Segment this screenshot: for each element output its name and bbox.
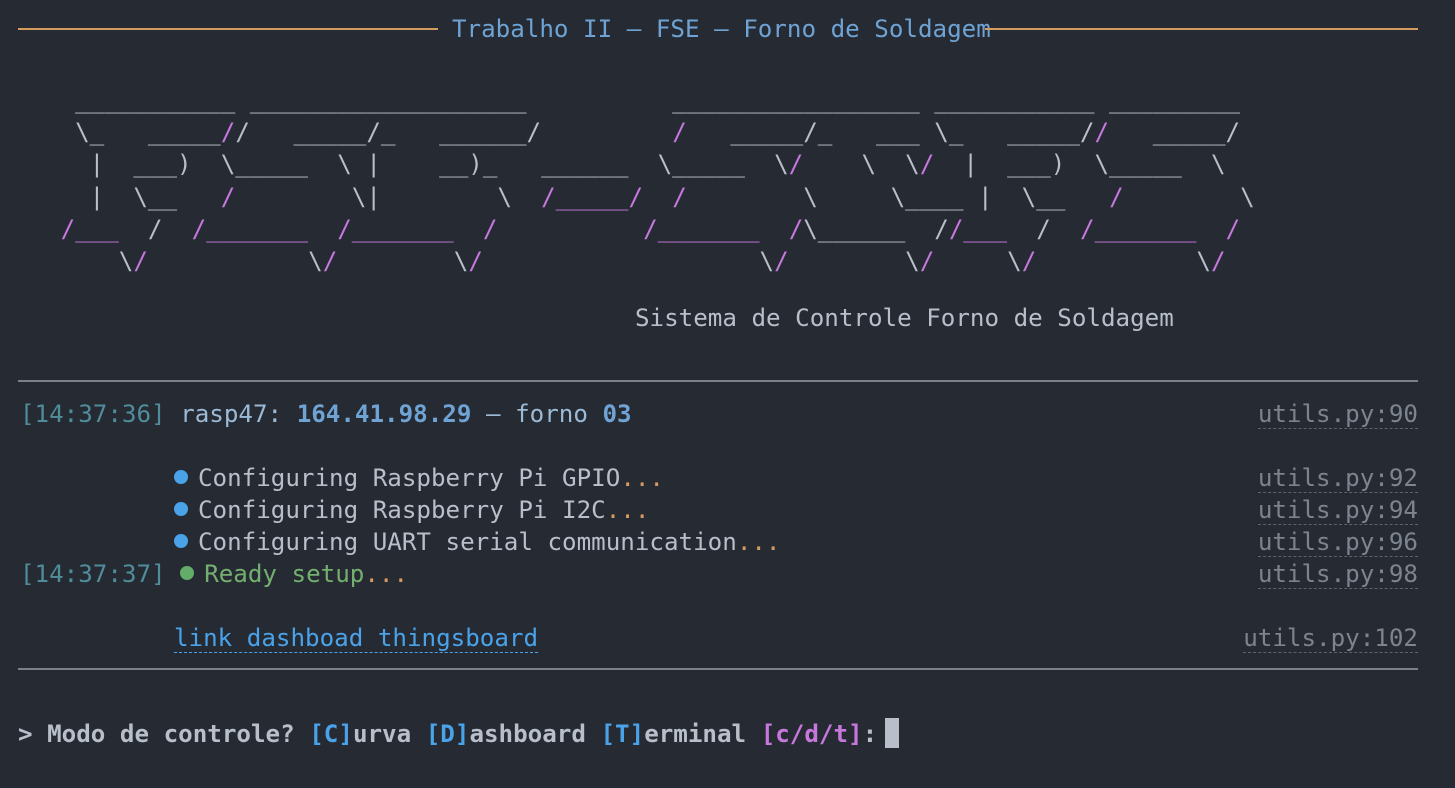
ready-text: Ready setup xyxy=(204,560,365,588)
step-text: Configuring Raspberry Pi I2C xyxy=(198,496,606,524)
prompt-symbol: > xyxy=(18,720,33,748)
banner-subtitle: Sistema de Controle Forno de Soldagem xyxy=(635,304,1174,332)
window-title: Trabalho II – FSE – Forno de Soldagem xyxy=(452,15,991,43)
banner-line-1: ___________ ___________________ ________… xyxy=(46,86,1241,114)
divider-bottom xyxy=(18,668,1418,670)
title-rule-left-line xyxy=(18,28,438,30)
fse-ascii-logo: ___________ ___________________ ________… xyxy=(46,84,1255,277)
log-ready-line: [14:37:37] Ready setup... xyxy=(20,558,408,590)
source-ref-92[interactable]: utils.py:92 xyxy=(1257,464,1418,493)
dashboard-link[interactable]: link dashboad thingsboard xyxy=(174,624,539,653)
option-terminal-rest: erminal xyxy=(644,720,747,748)
separator-dash: – xyxy=(486,400,501,428)
forno-number: 03 xyxy=(602,400,632,428)
step-ellipsis: ... xyxy=(620,464,664,492)
bullet-icon xyxy=(180,566,195,580)
source-ref-96[interactable]: utils.py:96 xyxy=(1257,528,1418,557)
log-connection-line: [14:37:36] rasp47: 164.41.98.29 – forno … xyxy=(20,398,632,430)
title-rule-right-line xyxy=(985,28,1418,30)
step-ellipsis: ... xyxy=(605,496,650,524)
banner-line-4: | \__ / \| \ /_____/ / \ \____ | \__ / \ xyxy=(46,182,1255,211)
option-curva-key: [C] xyxy=(309,720,353,748)
source-ref-90[interactable]: utils.py:90 xyxy=(1257,400,1418,429)
log-link-line: link dashboad thingsboard xyxy=(174,622,539,654)
banner-line-5: /___ / /_______ /_______ / /_______ /\__… xyxy=(60,214,1241,243)
prompt-choices: [c/d/t] xyxy=(760,720,863,748)
host-label: rasp47: xyxy=(180,400,283,428)
ready-ellipsis: ... xyxy=(364,560,409,588)
prompt-suffix: : xyxy=(862,720,878,748)
option-curva-rest: urva xyxy=(352,720,412,748)
ip-address: 164.41.98.29 xyxy=(296,400,472,428)
divider-top xyxy=(18,380,1418,382)
title-rule: Trabalho II – FSE – Forno de Soldagem xyxy=(18,12,1418,46)
option-terminal-key: [T] xyxy=(600,720,645,748)
log-step-uart: Configuring UART serial communication... xyxy=(174,526,781,558)
bullet-icon xyxy=(174,470,188,484)
source-ref-94[interactable]: utils.py:94 xyxy=(1257,496,1418,525)
step-text: Configuring UART serial communication xyxy=(198,528,737,556)
option-dashboard-key: [D] xyxy=(425,720,470,748)
source-ref-102[interactable]: utils.py:102 xyxy=(1243,624,1418,653)
option-dashboard-rest: ashboard xyxy=(469,720,586,748)
source-ref-98[interactable]: utils.py:98 xyxy=(1257,560,1418,589)
banner-line-2: \_ _____// _____/_ ______/ / _____/_ ___… xyxy=(46,118,1241,147)
bullet-icon xyxy=(174,502,188,516)
forno-label: forno xyxy=(515,400,588,428)
step-text: Configuring Raspberry Pi GPIO xyxy=(198,464,621,492)
banner-line-3: | ___) \_____ \ | __)_ ______ \_____ \/ … xyxy=(46,150,1226,179)
log-timestamp: [14:37:36] xyxy=(20,400,166,428)
banner-line-6: \/ \/ \/ \/ \/ \/ \/ xyxy=(46,247,1226,276)
log-timestamp: [14:37:37] xyxy=(20,560,166,588)
prompt-question: Modo de controle? xyxy=(47,720,295,748)
step-ellipsis: ... xyxy=(736,528,781,556)
log-step-gpio: Configuring Raspberry Pi GPIO... xyxy=(174,462,664,494)
text-cursor[interactable] xyxy=(885,718,900,748)
log-step-i2c: Configuring Raspberry Pi I2C... xyxy=(174,494,649,526)
bullet-icon xyxy=(174,534,188,548)
mode-prompt[interactable]: > Modo de controle? [C]urva [D]ashboard … xyxy=(18,718,900,750)
